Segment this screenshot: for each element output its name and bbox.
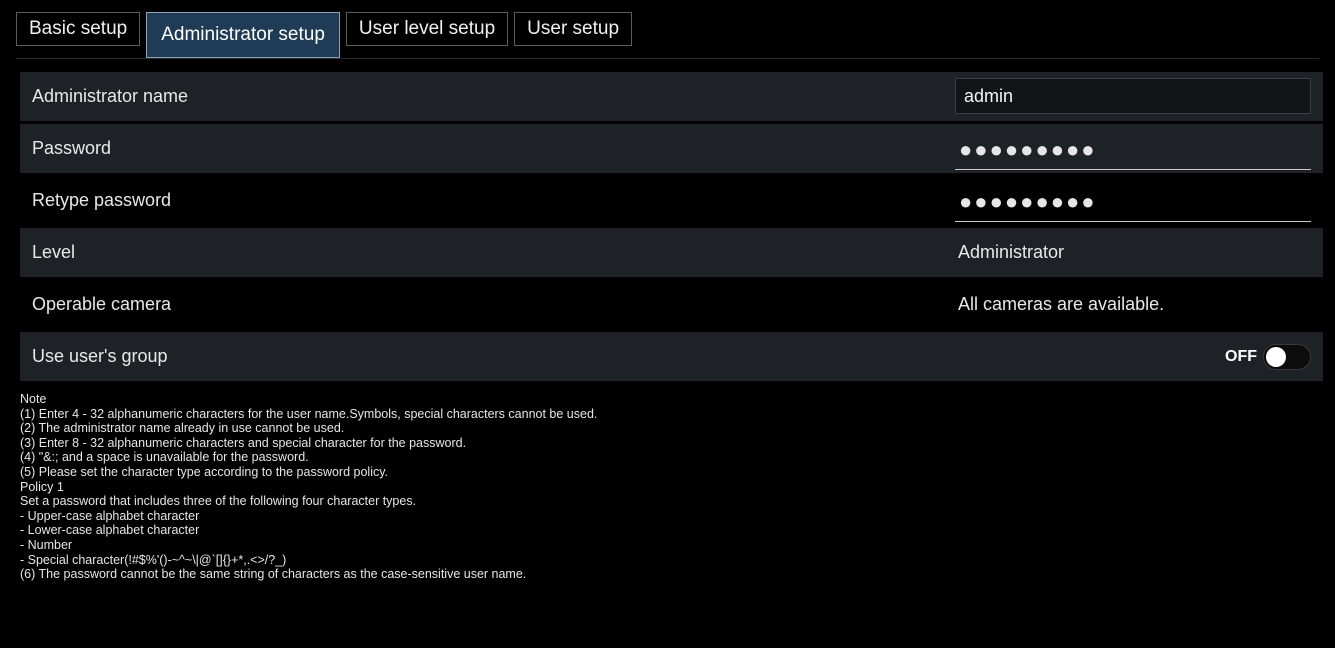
tab-administrator-setup[interactable]: Administrator setup <box>146 12 340 58</box>
row-password: Password ●●●●●●●●● <box>20 124 1323 173</box>
note-line: Set a password that includes three of th… <box>20 494 417 509</box>
settings-form: Administrator name admin Password ●●●●●●… <box>20 72 1323 384</box>
retype-password-label: Retype password <box>32 190 172 210</box>
note-line: Note <box>20 392 47 406</box>
note-line: - Special character(!#$%'()-~^~\|@`[]{}+… <box>20 552 287 567</box>
tab-divider <box>16 58 1319 59</box>
note-line: (2) The administrator name already in us… <box>20 421 345 436</box>
admin-setup-page: Basic setup Administrator setup User lev… <box>0 0 1335 648</box>
password-input[interactable]: ●●●●●●●●● <box>955 130 1311 170</box>
notes-section: Note (1) Enter 4 - 32 alphanumeric chara… <box>20 392 597 582</box>
toggle-state-label: OFF <box>1225 347 1257 365</box>
row-administrator-name: Administrator name admin <box>20 72 1323 121</box>
use-users-group-label: Use user's group <box>32 346 168 366</box>
administrator-name-label: Administrator name <box>32 86 189 106</box>
row-retype-password: Retype password ●●●●●●●●● <box>20 176 1323 225</box>
note-line: (3) Enter 8 - 32 alphanumeric characters… <box>20 435 467 450</box>
tab-user-level-setup[interactable]: User level setup <box>345 12 509 46</box>
row-level: Level Administrator <box>20 228 1323 277</box>
operable-camera-label: Operable camera <box>32 294 172 314</box>
retype-password-input[interactable]: ●●●●●●●●● <box>955 182 1311 222</box>
tab-basic-setup[interactable]: Basic setup <box>16 12 141 46</box>
note-line: (5) Please set the character type accord… <box>20 464 389 479</box>
note-line: - Number <box>20 537 73 552</box>
level-label: Level <box>32 242 76 262</box>
row-use-users-group: Use user's group OFF <box>20 332 1323 381</box>
password-label: Password <box>32 138 112 158</box>
use-users-group-toggle-wrap: OFF <box>1225 343 1311 370</box>
toggle-knob <box>1266 346 1286 367</box>
use-users-group-toggle[interactable] <box>1263 343 1311 370</box>
administrator-name-input[interactable]: admin <box>955 78 1311 114</box>
tab-bar: Basic setup Administrator setup User lev… <box>16 12 633 58</box>
note-line: (6) The password cannot be the same stri… <box>20 567 527 582</box>
note-line: - Upper-case alphabet character <box>20 508 200 523</box>
note-line: - Lower-case alphabet character <box>20 523 200 538</box>
note-line: Policy 1 <box>20 479 64 494</box>
row-operable-camera: Operable camera All cameras are availabl… <box>20 280 1323 329</box>
tab-user-setup[interactable]: User setup <box>514 12 633 46</box>
note-line: (1) Enter 4 - 32 alphanumeric characters… <box>20 406 598 421</box>
operable-camera-value: All cameras are available. <box>958 294 1165 314</box>
note-line: (4) "&:; and a space is unavailable for … <box>20 450 309 465</box>
level-value: Administrator <box>958 242 1065 262</box>
